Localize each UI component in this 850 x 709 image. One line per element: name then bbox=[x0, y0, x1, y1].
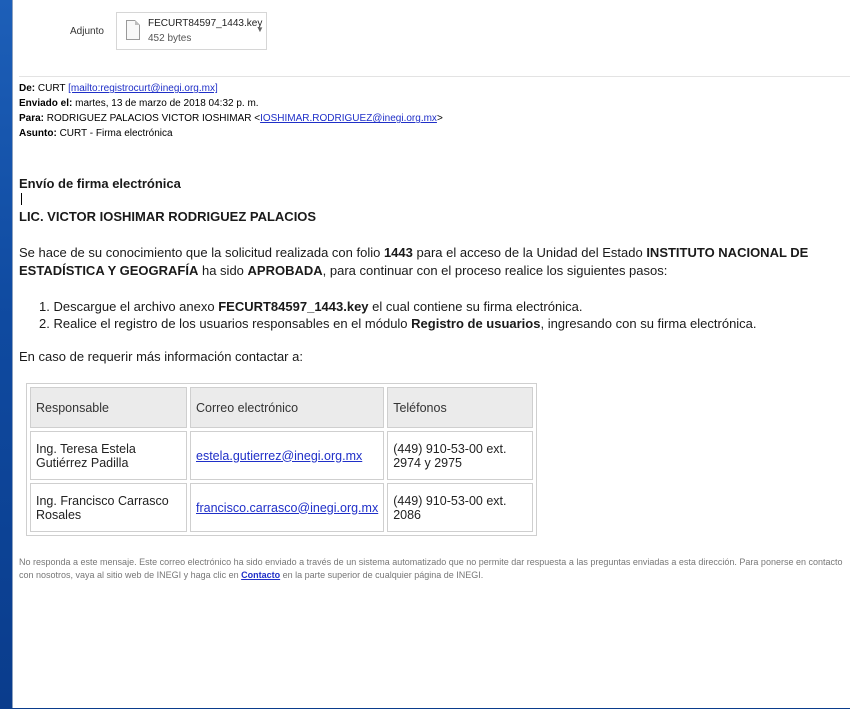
contact-phone: (449) 910-53-00 ext. 2086 bbox=[387, 483, 534, 532]
to-email-link[interactable]: IOSHIMAR.RODRIGUEZ@inegi.org.mx bbox=[260, 113, 437, 124]
table-row: Ing. Francisco Carrasco Rosales francisc… bbox=[30, 483, 534, 532]
contact-email-cell: estela.gutierrez@inegi.org.mx bbox=[190, 431, 385, 480]
email-reading-pane: Adjunto FECURT84597_1443.key 452 bytes ▼… bbox=[12, 0, 850, 708]
from-label: De: bbox=[19, 83, 36, 94]
from-mailto-link[interactable]: [mailto:registrocurt@inegi.org.mx] bbox=[68, 83, 218, 94]
attachment-label: Adjunto bbox=[70, 26, 104, 37]
file-icon bbox=[126, 20, 140, 40]
subject-value: CURT - Firma electrónica bbox=[59, 128, 173, 139]
message-title: Envío de firma electrónica bbox=[19, 176, 181, 191]
message-headers: De: CURT [mailto:registrocurt@inegi.org.… bbox=[19, 81, 443, 141]
attachment-chip[interactable]: FECURT84597_1443.key 452 bytes ▼ bbox=[116, 12, 267, 50]
text-cursor bbox=[21, 193, 22, 205]
to-row: Para: RODRIGUEZ PALACIOS VICTOR IOSHIMAR… bbox=[19, 111, 443, 126]
footer-disclaimer: No responda a este mensaje. Este correo … bbox=[19, 556, 845, 582]
status-value: APROBADA bbox=[247, 263, 323, 278]
step-1-file: FECURT84597_1443.key bbox=[218, 299, 369, 314]
step-2-module: Registro de usuarios bbox=[411, 316, 541, 331]
to-name: RODRIGUEZ PALACIOS VICTOR IOSHIMAR < bbox=[46, 113, 261, 124]
step-2-text-b: , ingresando con su firma electrónica. bbox=[540, 316, 757, 331]
attachment-bar: Adjunto FECURT84597_1443.key 452 bytes ▼ bbox=[13, 0, 850, 60]
step-1-text-a: 1. Descargue el archivo anexo bbox=[39, 299, 219, 314]
contact-email-link[interactable]: estela.gutierrez@inegi.org.mx bbox=[196, 449, 362, 463]
intro-text-3: ha sido bbox=[198, 263, 248, 278]
header-divider bbox=[19, 76, 850, 77]
folio-number: 1443 bbox=[383, 245, 413, 260]
step-2-text-a: 2. Realice el registro de los usuarios r… bbox=[39, 316, 412, 331]
contact-name: Ing. Teresa Estela Gutiérrez Padilla bbox=[30, 431, 187, 480]
contact-phone: (449) 910-53-00 ext. 2974 y 2975 bbox=[387, 431, 534, 480]
from-name: CURT bbox=[37, 83, 66, 94]
attachment-file-size: 452 bytes bbox=[148, 33, 192, 44]
contact-email-link[interactable]: francisco.carrasco@inegi.org.mx bbox=[196, 501, 378, 515]
step-1-text-b: el cual contiene su firma electrónica. bbox=[368, 299, 583, 314]
intro-text-2: para el acceso de la Unidad del Estado bbox=[412, 245, 647, 260]
column-header-responsable: Responsable bbox=[30, 387, 187, 428]
contacts-table: Responsable Correo electrónico Teléfonos… bbox=[26, 383, 538, 536]
column-header-correo: Correo electrónico bbox=[190, 387, 385, 428]
to-close: > bbox=[436, 113, 443, 124]
intro-text-4: , para continuar con el proceso realice … bbox=[322, 263, 668, 278]
step-2: 2. Realice el registro de los usuarios r… bbox=[39, 315, 757, 332]
footer-text-2: en la parte superior de cualquier página… bbox=[280, 570, 484, 580]
chevron-down-icon[interactable]: ▼ bbox=[256, 25, 264, 34]
contacto-link[interactable]: Contacto bbox=[241, 570, 280, 580]
subject-row: Asunto: CURT - Firma electrónica bbox=[19, 126, 443, 141]
step-1: 1. Descargue el archivo anexo FECURT8459… bbox=[39, 298, 757, 315]
subject-label: Asunto: bbox=[19, 128, 57, 139]
contact-intro: En caso de requerir más información cont… bbox=[19, 349, 303, 364]
intro-text-1: Se hace de su conocimiento que la solici… bbox=[19, 245, 384, 260]
sent-value: martes, 13 de marzo de 2018 04:32 p. m. bbox=[75, 98, 259, 109]
contact-email-cell: francisco.carrasco@inegi.org.mx bbox=[190, 483, 385, 532]
attachment-file-name: FECURT84597_1443.key bbox=[148, 18, 263, 29]
from-row: De: CURT [mailto:registrocurt@inegi.org.… bbox=[19, 81, 443, 96]
sent-row: Enviado el: martes, 13 de marzo de 2018 … bbox=[19, 96, 443, 111]
table-header-row: Responsable Correo electrónico Teléfonos bbox=[30, 387, 534, 428]
recipient-name: LIC. VICTOR IOSHIMAR RODRIGUEZ PALACIOS bbox=[19, 209, 317, 224]
table-row: Ing. Teresa Estela Gutiérrez Padilla est… bbox=[30, 431, 534, 480]
to-label: Para: bbox=[19, 113, 45, 124]
steps-list: 1. Descargue el archivo anexo FECURT8459… bbox=[39, 298, 757, 332]
column-header-telefonos: Teléfonos bbox=[387, 387, 534, 428]
intro-paragraph: Se hace de su conocimiento que la solici… bbox=[19, 244, 845, 280]
contact-name: Ing. Francisco Carrasco Rosales bbox=[30, 483, 187, 532]
sent-label: Enviado el: bbox=[19, 98, 73, 109]
